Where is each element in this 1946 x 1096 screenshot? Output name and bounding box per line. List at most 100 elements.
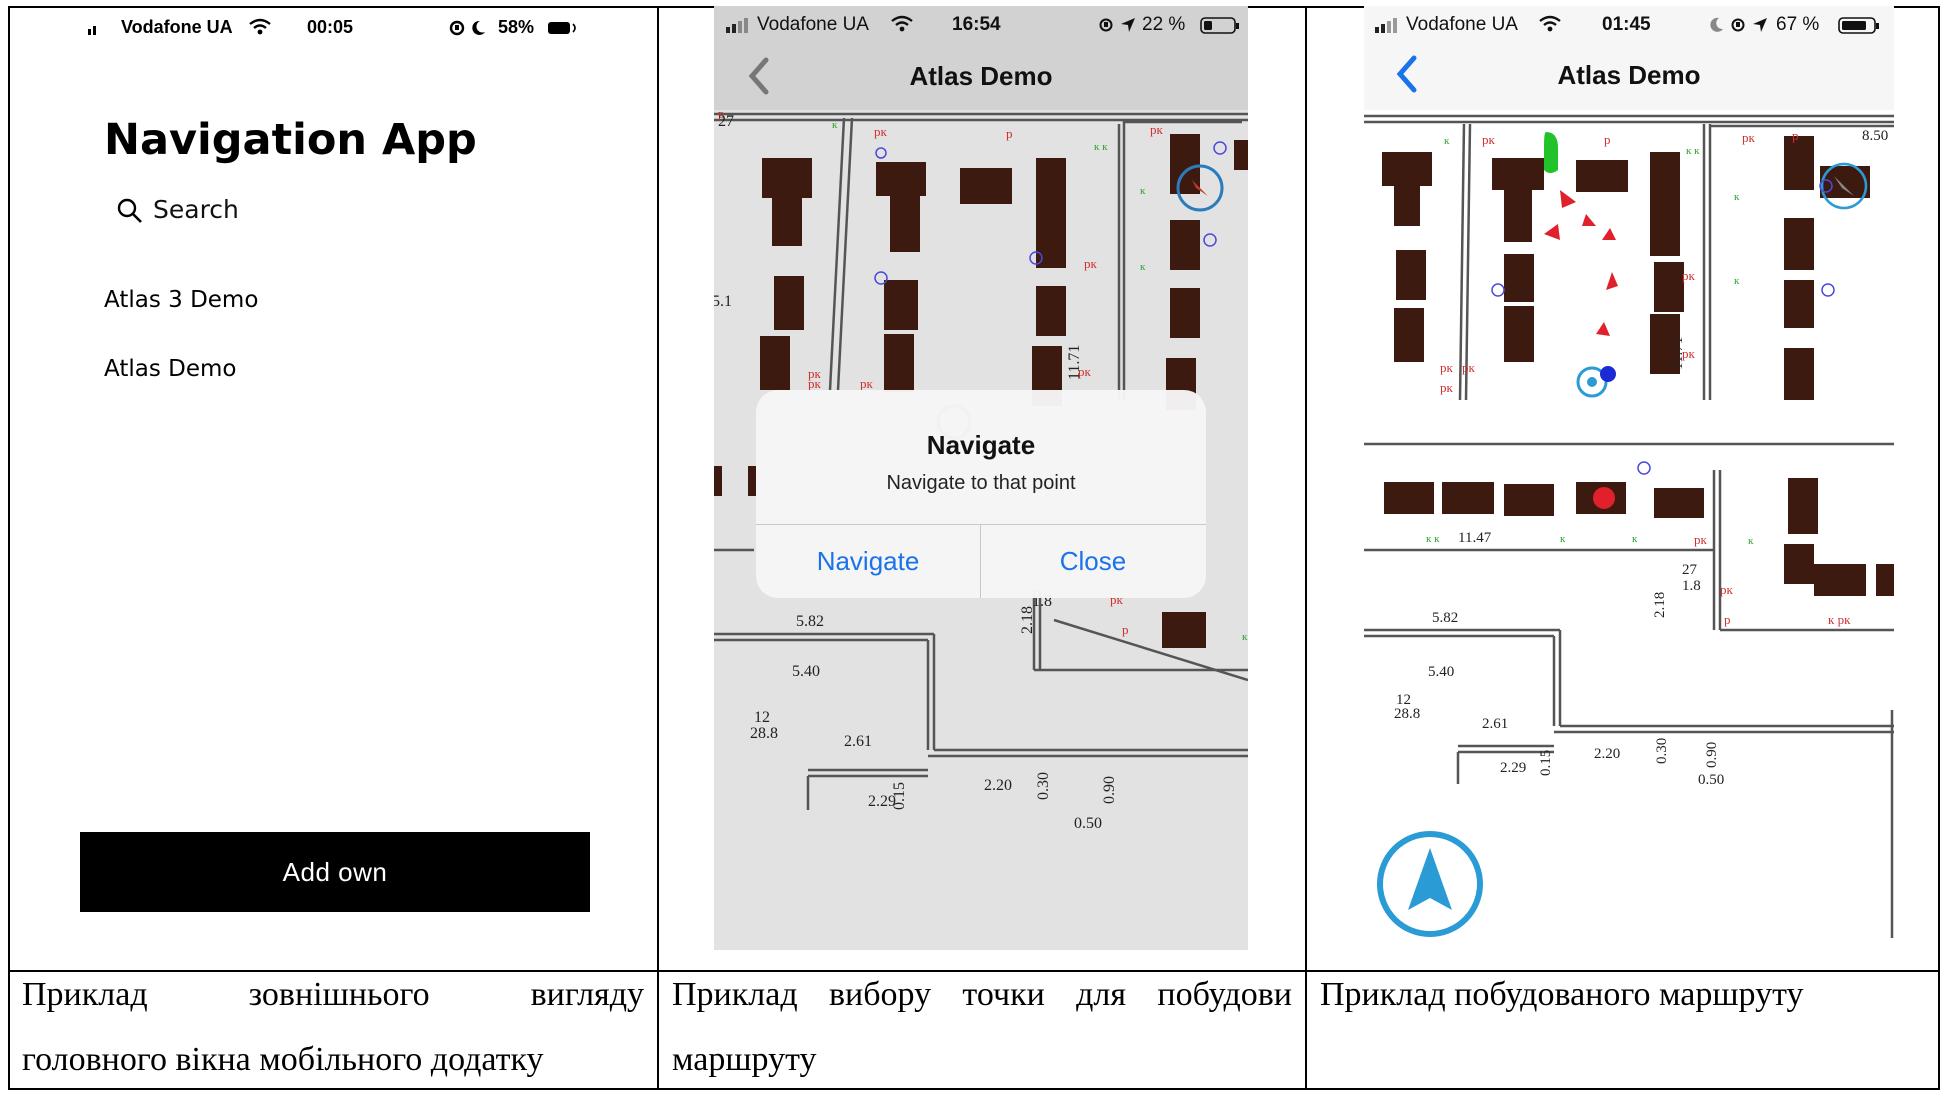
svg-text:рк: рк <box>860 376 874 391</box>
nav-bar: Vodafone UA 01:45 67 % Atlas Demo <box>1364 6 1894 110</box>
dim-label: 11.71 <box>1670 337 1686 370</box>
destination-marker <box>1593 487 1615 509</box>
dim-label: 0.90 <box>1704 742 1720 768</box>
add-own-button[interactable]: Add own <box>80 832 590 912</box>
dialog-title: Navigate <box>926 430 1036 460</box>
svg-text:р: р <box>1724 612 1731 627</box>
wifi-icon <box>1538 15 1562 38</box>
dim-label: 27 <box>1682 562 1698 578</box>
nav-bar: Vodafone UA 16:54 22 % Atlas Demo <box>714 6 1248 110</box>
moon-icon <box>1710 17 1724 38</box>
svg-text:к: к <box>1734 275 1740 287</box>
dim-label: 0.90 <box>1101 776 1118 804</box>
dim-label: 2.18 <box>1019 606 1036 634</box>
dim-label: 0.50 <box>1074 815 1102 832</box>
svg-text:к: к <box>1560 533 1566 545</box>
svg-text:рк: рк <box>1084 256 1098 271</box>
orientation-lock-icon <box>1730 17 1746 38</box>
svg-text:рк: рк <box>1742 130 1756 145</box>
svg-text:к: к <box>1748 535 1754 547</box>
svg-text:рк: рк <box>1462 360 1476 375</box>
dim-label: 2.61 <box>844 733 872 750</box>
svg-text:р: р <box>1006 126 1013 141</box>
svg-text:к к: к к <box>1426 533 1440 545</box>
status-time: 16:54 <box>952 14 1001 35</box>
page-title: Navigation App <box>104 115 477 165</box>
status-time: 01:45 <box>1602 14 1651 35</box>
status-battery: 22 % <box>1142 14 1186 35</box>
dim-label: 0.15 <box>891 782 908 810</box>
battery-icon <box>1838 17 1882 40</box>
dim-label: 11.71 <box>1066 345 1083 380</box>
dim-label: 5.40 <box>792 663 820 680</box>
signal-icon <box>87 22 101 41</box>
navigate-button[interactable]: Navigate <box>756 524 980 598</box>
svg-text:к к: к к <box>1094 141 1108 153</box>
screen-title: Atlas Demo <box>1557 60 1701 90</box>
svg-text:к: к <box>832 119 838 131</box>
wifi-icon <box>248 18 272 41</box>
svg-text:рк: рк <box>1720 582 1734 597</box>
screen-title: Atlas Demo <box>909 61 1053 91</box>
svg-text:рк: рк <box>1482 132 1496 147</box>
dim-label: 0.15 <box>1538 750 1554 776</box>
screenshot-point-selection: Vodafone UA 16:54 22 % Atlas Demo рк р р… <box>714 6 1248 950</box>
dim-label: 5.1 <box>714 293 732 310</box>
dialog-message: Navigate to that point <box>886 472 1076 494</box>
dim-label: 0.50 <box>1698 772 1724 788</box>
signal-icon <box>725 18 751 39</box>
wifi-icon <box>890 15 914 38</box>
svg-text:рк: рк <box>1694 532 1708 547</box>
column-divider-1 <box>657 6 659 1090</box>
dim-label: 12 <box>754 709 770 726</box>
list-item-atlas-3-demo[interactable]: Atlas 3 Demo <box>104 287 258 313</box>
close-button[interactable]: Close <box>981 524 1205 598</box>
dim-label: 5.82 <box>1432 610 1458 626</box>
search-icon[interactable] <box>116 197 144 230</box>
caption-1-line-1: Приклад зовнішнього вигляду <box>22 976 644 1013</box>
dim-label: 2.20 <box>1594 746 1620 762</box>
dim-label: 28.8 <box>1394 706 1420 722</box>
dim-label: 11.47 <box>1458 530 1492 546</box>
orientation-lock-icon <box>1098 17 1114 38</box>
status-carrier: Vodafone UA <box>1406 14 1518 35</box>
caption-2-line-2: маршруту <box>672 1041 817 1078</box>
floor-plan-map[interactable]: рк р рк рркрк рк ркрк ркркр к рк кк кк кк к… <box>1364 110 1894 938</box>
status-carrier: Vodafone UA <box>757 14 869 35</box>
dim-label: 0.30 <box>1035 772 1052 800</box>
column-divider-2 <box>1305 6 1307 1090</box>
battery-icon <box>547 20 579 41</box>
svg-text:к рк: к рк <box>1828 612 1851 627</box>
status-battery: 67 % <box>1776 14 1820 35</box>
svg-text:рк: рк <box>874 124 888 139</box>
target-pin-icon <box>1544 132 1558 173</box>
dim-label: 2.20 <box>984 777 1012 794</box>
svg-text:к: к <box>1140 261 1146 273</box>
svg-text:р: р <box>1792 128 1799 143</box>
signal-icon <box>1374 18 1400 39</box>
svg-text:к: к <box>1242 631 1248 643</box>
dim-label: 5.82 <box>796 613 824 630</box>
svg-text:к: к <box>1632 533 1638 545</box>
svg-text:к к: к к <box>1686 145 1700 157</box>
caption-3-line-1: Приклад побудованого маршруту <box>1320 976 1804 1013</box>
moon-icon <box>470 19 486 42</box>
caption-2-line-1: Приклад вибору точки для побудови <box>672 976 1292 1013</box>
battery-icon <box>1200 17 1240 40</box>
screenshot-built-route: Vodafone UA 01:45 67 % Atlas Demo рк р р… <box>1364 6 1894 938</box>
svg-text:рк: рк <box>808 376 822 391</box>
list-item-atlas-demo[interactable]: Atlas Demo <box>104 356 236 382</box>
svg-text:к: к <box>1140 185 1146 197</box>
svg-text:рк: рк <box>1682 268 1696 283</box>
svg-text:к: к <box>1444 135 1450 147</box>
svg-text:к: к <box>1734 191 1740 203</box>
dim-label: 1.8 <box>1682 578 1701 594</box>
dim-label: 2.29 <box>1500 760 1526 776</box>
start-navigation-button[interactable] <box>1377 831 1483 937</box>
navigate-alert-dialog: Navigate Navigate to that point Navigate… <box>756 390 1206 598</box>
status-carrier: Vodafone UA <box>121 17 233 37</box>
svg-text:рк: рк <box>1440 380 1454 395</box>
location-arrow-icon <box>1752 17 1768 38</box>
orientation-lock-icon <box>448 19 466 42</box>
search-label[interactable]: Search <box>153 195 239 224</box>
